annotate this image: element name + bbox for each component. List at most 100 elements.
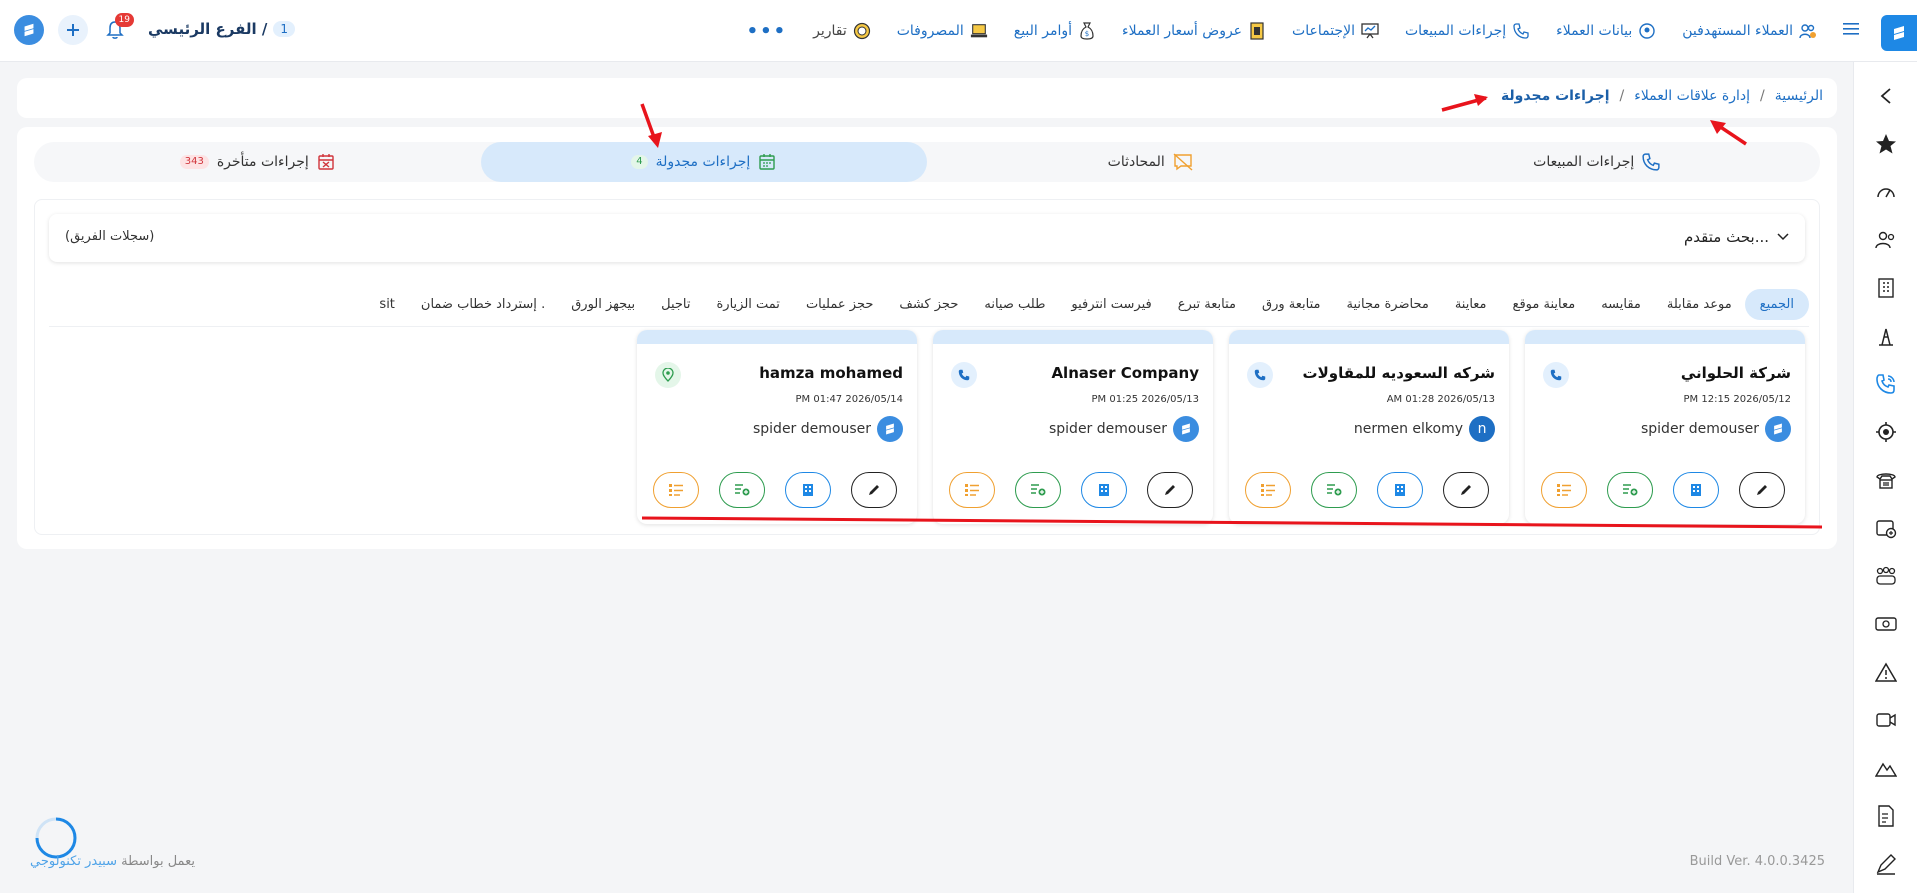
calendar-add-icon[interactable] [1873,515,1899,541]
list-add-icon [734,483,750,497]
calendar-icon [759,154,775,170]
add-action-button[interactable] [1607,472,1653,508]
filter-chip[interactable]: طلب صيانه [971,290,1058,319]
dashboard-icon[interactable] [1873,179,1899,205]
nav-meetings[interactable]: الإجتماعات [1292,22,1379,40]
breadcrumb-home[interactable]: الرئيسية [1775,88,1823,104]
nav-sales-actions[interactable]: إجراءات المبيعات [1405,22,1530,40]
building-icon[interactable] [1873,275,1899,301]
target-icon[interactable] [1873,419,1899,445]
list-button[interactable] [949,472,995,508]
nav-client-data[interactable]: بيانات العملاء [1556,22,1656,40]
filter-chip[interactable]: موعد مقابلة [1654,290,1745,319]
nav-label: الإجتماعات [1292,23,1355,39]
filter-chip[interactable]: sit [366,290,407,319]
collapse-chevron-icon[interactable] [1873,83,1899,109]
users-icon[interactable] [1873,227,1899,253]
nav-target-clients[interactable]: العملاء المستهدفين [1682,22,1817,40]
advanced-search-panel[interactable]: بحث متقدم... (سجلات الفريق) [49,214,1805,262]
filter-chip[interactable]: تمت الزيارة [703,290,792,319]
add-action-button[interactable] [719,472,765,508]
nav-quotes[interactable]: عروض أسعار العملاء [1122,22,1266,40]
calendar-x-icon [318,154,334,170]
list-add-icon [1622,483,1638,497]
card-user-name: spider demouser [1640,421,1759,437]
breadcrumb-section[interactable]: إدارة علاقات العملاء [1634,88,1750,104]
signature-icon[interactable] [1873,851,1899,877]
details-button[interactable] [1377,472,1423,508]
scheduled-action-card[interactable]: hamza mohamed PM 01:47 2026/05/14 spider d… [637,330,917,524]
content-area: بحث متقدم... (سجلات الفريق) الجميع موعد م… [34,199,1820,535]
edit-button[interactable] [1443,472,1489,508]
filter-chip[interactable]: حجز كشف [886,290,971,319]
card-date: PM 12:15 2026/05/12 [1683,394,1791,405]
add-action-button[interactable] [1015,472,1061,508]
tab-scheduled-actions[interactable]: إجراءات مجدولة 4 [480,142,927,182]
card-actions [653,472,897,508]
list-button[interactable] [1541,472,1587,508]
filter-chip[interactable]: متابعة تبرع [1165,290,1249,319]
star-icon[interactable] [1873,131,1899,157]
tools-icon[interactable] [1873,323,1899,349]
notifications-button[interactable]: 19 [102,13,134,43]
list-button[interactable] [1245,472,1291,508]
nav-sales-orders[interactable]: $ أوامر البيع [1014,22,1096,40]
list-button[interactable] [653,472,699,508]
details-button[interactable] [1673,472,1719,508]
edit-button[interactable] [1739,472,1785,508]
tab-conversations[interactable]: المحادثات [927,142,1374,182]
brand-logo[interactable] [1881,15,1917,51]
cash-icon[interactable] [1873,611,1899,637]
details-button[interactable] [1081,472,1127,508]
filter-chip[interactable]: محاضرة مجانية [1334,290,1442,319]
filter-chip[interactable]: بيجهز الورق [558,290,648,319]
chart-circle-icon [853,22,871,40]
tab-badge: 4 [631,155,648,169]
tab-overdue-actions[interactable]: إجراءات متأخرة 343 [34,142,481,182]
filter-chip[interactable]: الجميع [1744,288,1809,320]
tab-label: إجراءات مجدولة [655,154,751,170]
menu-icon[interactable] [1843,22,1859,36]
filter-chip[interactable]: فيرست انترفيو [1058,290,1164,319]
filter-chip[interactable]: حجز عمليات [793,290,886,319]
filter-chip[interactable]: معاينة موقع [1500,290,1589,319]
video-icon[interactable] [1873,707,1899,733]
card-title: شركه السعوديه للمقاولات [1302,364,1496,382]
powered-brand[interactable]: سبيدر تكنولوجي [30,854,117,869]
right-sidebar [1853,62,1917,893]
building-icon [1098,483,1110,497]
tab-sales-actions[interactable]: إجراءات المبيعات [1374,142,1821,182]
filter-chip[interactable]: متابعة ورق [1249,290,1333,319]
mountain-icon[interactable] [1873,755,1899,781]
scheduled-action-card[interactable]: شركة الحلواني PM 12:15 2026/05/12 spider d… [1525,330,1805,524]
card-user: spider demouser [1641,416,1791,442]
nav-reports[interactable]: تقارير [813,22,871,40]
card-actions [949,472,1193,508]
more-menu-icon[interactable]: ••• [747,21,788,42]
pencil-icon [867,483,881,497]
app-logo[interactable] [14,15,44,45]
phone-sales-icon[interactable] [1873,371,1899,397]
warning-icon[interactable] [1873,659,1899,685]
details-button[interactable] [785,472,831,508]
telephone-icon[interactable] [1873,467,1899,493]
nav-expenses[interactable]: المصروفات [897,22,988,40]
scheduled-action-card[interactable]: Alnaser Company PM 01:25 2026/05/13 spider… [933,330,1213,524]
filter-chip[interactable]: تاجيل [648,290,703,319]
edit-button[interactable] [851,472,897,508]
branch-selector[interactable]: 1 الفرع الرئيسي / [148,20,296,38]
advanced-search-label: بحث متقدم... [1684,228,1769,246]
add-action-button[interactable] [1311,472,1357,508]
nav-label: تقارير [813,23,847,39]
breadcrumb-separator: / [1619,88,1625,104]
filter-chip[interactable]: إسترداد خطاب ضمان . [408,290,558,319]
tab-label: إجراءات المبيعات [1533,154,1635,170]
filter-chip[interactable]: معاينة [1442,290,1500,319]
team-icon[interactable] [1873,563,1899,589]
annotation-underline [641,516,1823,529]
edit-button[interactable] [1147,472,1193,508]
invoice-icon[interactable] [1873,803,1899,829]
filter-chip[interactable]: مقايسه [1588,290,1654,319]
add-button[interactable] [58,15,88,45]
scheduled-action-card[interactable]: شركه السعوديه للمقاولات AM 01:28 2026/05/… [1229,330,1509,524]
